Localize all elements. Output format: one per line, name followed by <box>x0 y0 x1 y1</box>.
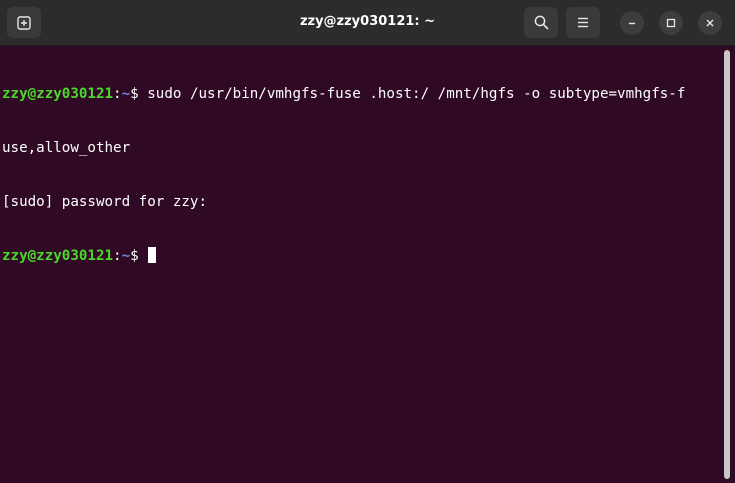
close-button[interactable] <box>698 11 722 35</box>
terminal-line-prompt: zzy@zzy030121:~$ <box>2 247 722 265</box>
menu-button[interactable] <box>566 7 600 38</box>
hamburger-menu-icon <box>577 17 589 28</box>
close-icon <box>705 18 715 28</box>
terminal-line-command: zzy@zzy030121:~$ sudo /usr/bin/vmhgfs-fu… <box>2 85 722 103</box>
scrollbar[interactable] <box>724 50 730 479</box>
prompt-user-host: zzy@zzy030121 <box>2 86 114 102</box>
minimize-button[interactable] <box>620 11 644 35</box>
terminal-line-wrap: use,allow_other <box>2 139 722 157</box>
prompt-path: ~ <box>121 86 131 102</box>
maximize-icon <box>666 18 676 28</box>
command-text-continued: use,allow_other <box>2 140 131 156</box>
title-bar[interactable]: zzy@zzy030121: ~ <box>0 0 735 46</box>
search-icon <box>534 15 549 30</box>
search-button[interactable] <box>524 7 558 38</box>
prompt-colon: : <box>113 86 122 102</box>
new-tab-button[interactable] <box>7 7 41 38</box>
prompt-symbol: $ <box>130 248 148 264</box>
terminal-output[interactable]: zzy@zzy030121:~$ sudo /usr/bin/vmhgfs-fu… <box>0 46 722 483</box>
sudo-password-prompt: [sudo] password for zzy: <box>2 194 207 210</box>
maximize-button[interactable] <box>659 11 683 35</box>
prompt-path: ~ <box>121 248 131 264</box>
prompt-colon: : <box>113 248 122 264</box>
command-text: sudo /usr/bin/vmhgfs-fuse .host:/ /mnt/h… <box>147 86 686 102</box>
prompt-user-host: zzy@zzy030121 <box>2 248 114 264</box>
new-tab-icon <box>17 15 31 30</box>
terminal-window: zzy@zzy030121: ~ zzy@zzy030121:~$ sudo /… <box>0 0 735 483</box>
prompt-symbol: $ <box>130 86 148 102</box>
text-cursor <box>148 247 157 263</box>
minimize-icon <box>627 18 637 28</box>
terminal-line-sudo: [sudo] password for zzy: <box>2 193 722 211</box>
